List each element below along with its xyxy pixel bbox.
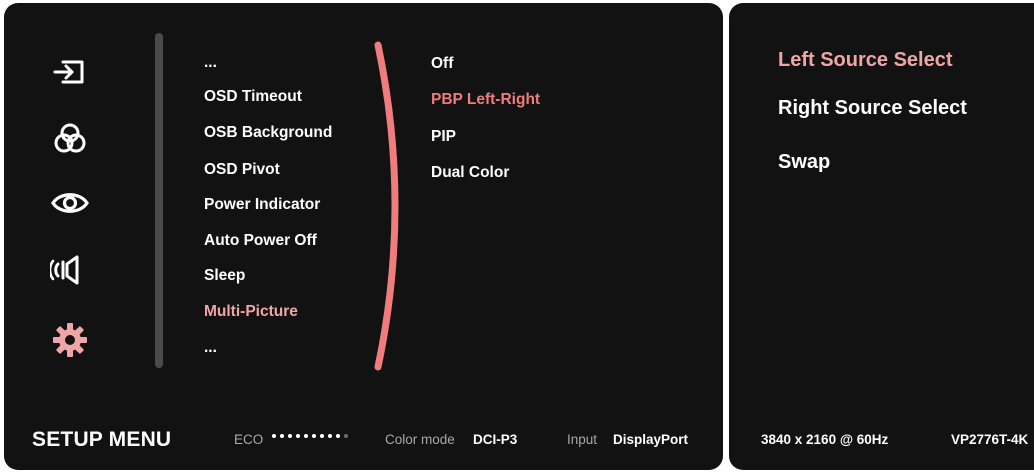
menu-item-multi-picture[interactable]: Multi-Picture bbox=[204, 303, 298, 321]
eco-level-dot bbox=[336, 434, 340, 438]
eco-level-dot bbox=[312, 434, 316, 438]
resolution-readout: 3840 x 2160 @ 60Hz bbox=[761, 432, 889, 447]
eco-level-dot bbox=[272, 434, 276, 438]
input-value: DisplayPort bbox=[613, 432, 689, 447]
gear-icon[interactable] bbox=[46, 318, 94, 362]
swap-option[interactable]: Swap bbox=[778, 151, 830, 174]
submenu-bracket bbox=[374, 41, 399, 371]
main-menu-panel: ... OSD Timeout OSB Background OSD Pivot… bbox=[4, 3, 723, 470]
color-mode-label: Color mode bbox=[385, 432, 455, 447]
submenu-item-off[interactable]: Off bbox=[431, 55, 453, 73]
audio-icon[interactable] bbox=[46, 248, 94, 292]
eco-level-dot bbox=[320, 434, 324, 438]
eco-level-dot bbox=[280, 434, 284, 438]
eco-level-dot bbox=[296, 434, 300, 438]
eye-icon[interactable] bbox=[46, 181, 94, 225]
color-mode-value: DCI-P3 bbox=[473, 432, 518, 447]
menu-item-sleep[interactable]: Sleep bbox=[204, 267, 245, 285]
menu-ellipsis-top[interactable]: ... bbox=[204, 54, 217, 72]
left-source-select-option[interactable]: Left Source Select bbox=[778, 49, 953, 72]
input-label: Input bbox=[567, 432, 598, 447]
eco-level-dot bbox=[288, 434, 292, 438]
eco-level-dot bbox=[328, 434, 332, 438]
model-name: VP2776T-4K bbox=[951, 432, 1029, 447]
color-icon[interactable] bbox=[46, 117, 94, 161]
menu-item-osd-pivot[interactable]: OSD Pivot bbox=[204, 161, 280, 179]
input-icon[interactable] bbox=[46, 50, 94, 94]
menu-item-auto-power-off[interactable]: Auto Power Off bbox=[204, 232, 317, 250]
eco-level-dot bbox=[344, 434, 348, 438]
source-select-panel: Left Source Select Right Source Select S… bbox=[729, 3, 1034, 470]
menu-item-power-indicator[interactable]: Power Indicator bbox=[204, 196, 320, 214]
menu-ellipsis-bottom[interactable]: ... bbox=[204, 339, 217, 357]
eco-level-dot bbox=[304, 434, 308, 438]
right-source-select-option[interactable]: Right Source Select bbox=[778, 97, 967, 120]
eco-label: ECO bbox=[234, 432, 264, 447]
menu-title: SETUP MENU bbox=[32, 428, 172, 451]
menu-item-osd-timeout[interactable]: OSD Timeout bbox=[204, 88, 302, 106]
menu-item-osb-background[interactable]: OSB Background bbox=[204, 124, 332, 142]
submenu-item-pip[interactable]: PIP bbox=[431, 128, 456, 146]
eco-level-indicator bbox=[272, 434, 348, 438]
submenu-item-pbp-left-right[interactable]: PBP Left-Right bbox=[431, 91, 540, 109]
menu-scrollbar[interactable] bbox=[155, 33, 163, 368]
submenu-item-dual-color[interactable]: Dual Color bbox=[431, 164, 509, 182]
